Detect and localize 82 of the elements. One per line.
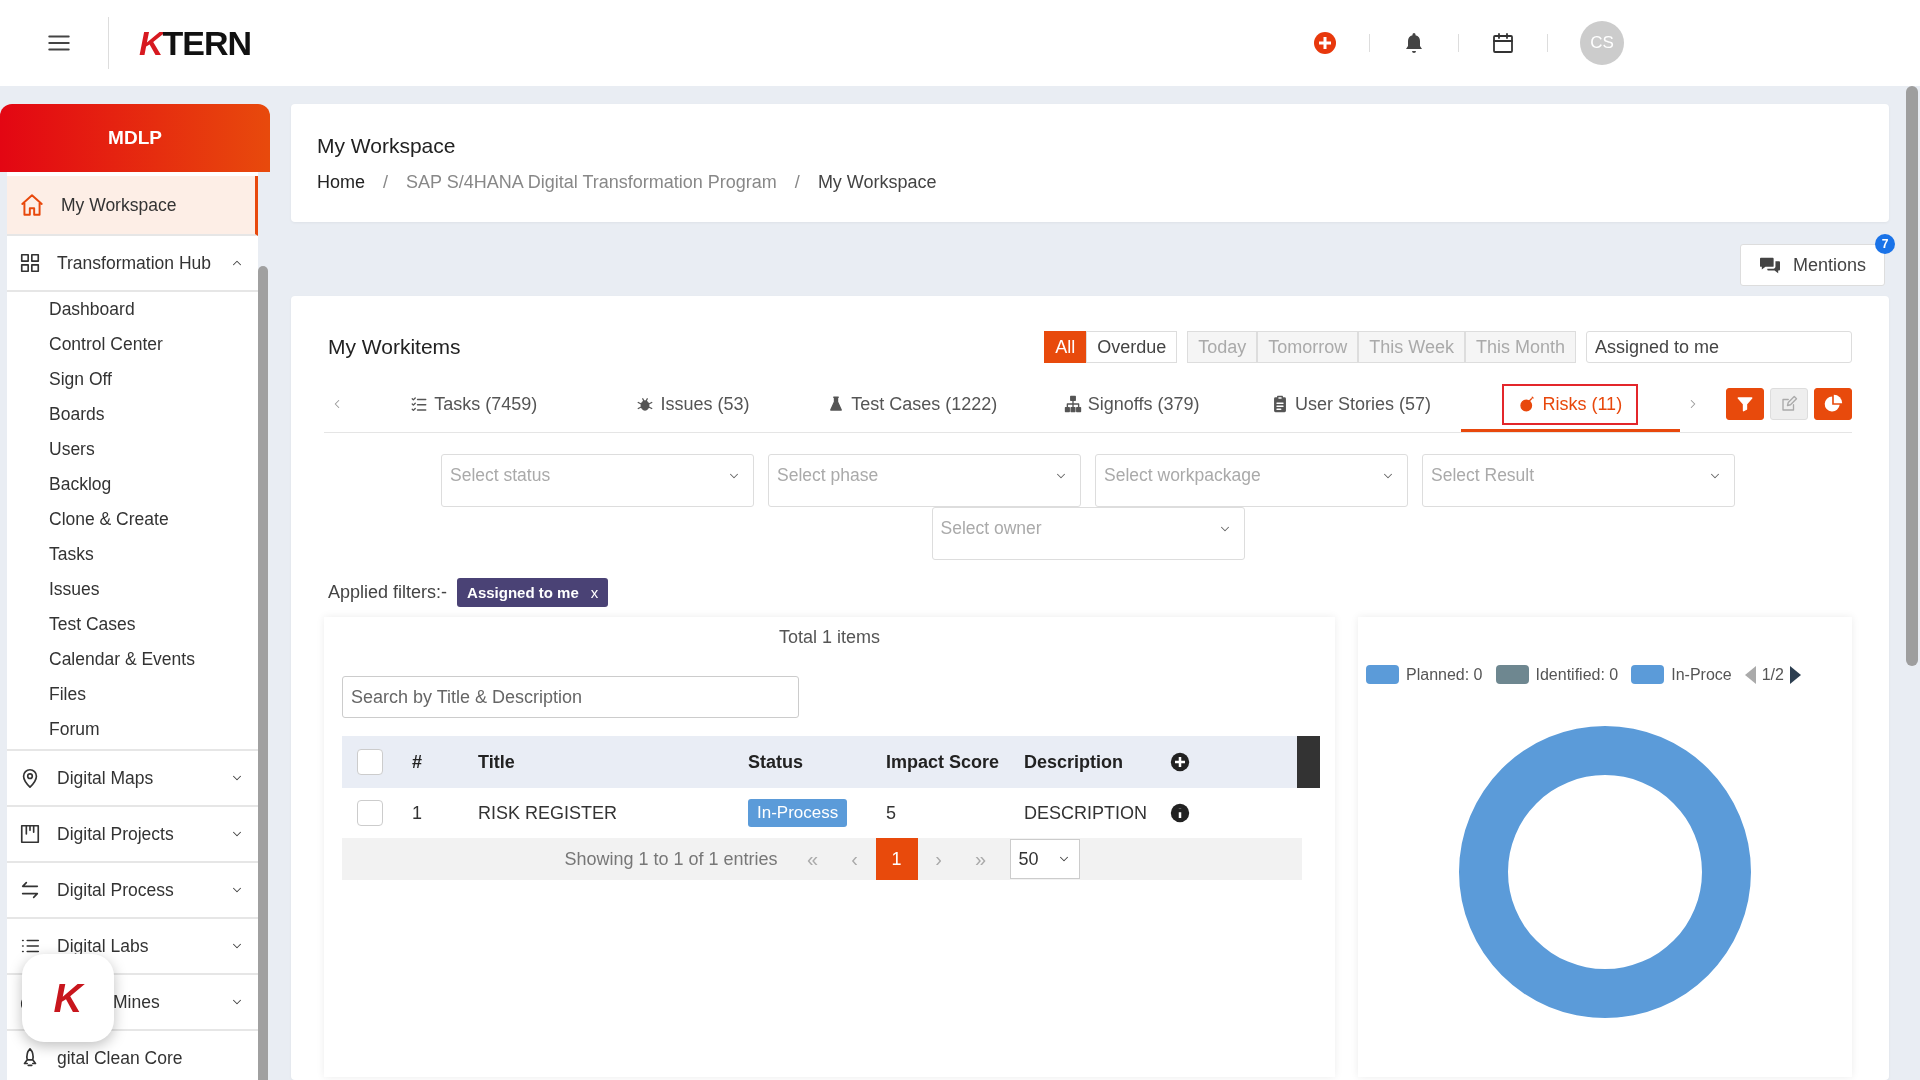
total-items-text: Total 1 items <box>777 626 881 648</box>
legend-page-indicator: 1/2 <box>1761 665 1784 684</box>
workitem-tab[interactable]: Issues (53) <box>583 376 803 432</box>
column-header: # <box>412 751 422 773</box>
breadcrumb-item: My Workspace <box>817 171 937 193</box>
sidebar-subitem[interactable]: Tasks <box>49 537 258 572</box>
chart-button[interactable] <box>1814 388 1852 420</box>
assignee-field[interactable]: Assigned to me <box>1586 331 1852 363</box>
edit-icon <box>1780 395 1798 413</box>
program-banner[interactable]: MDLP <box>0 104 270 172</box>
swap-arrows-icon <box>19 879 41 901</box>
breadcrumb-separator: / <box>794 171 800 193</box>
add-column-icon[interactable] <box>1170 752 1190 772</box>
table-cell: 1 <box>412 802 422 824</box>
sidebar-item[interactable]: My Workspace <box>7 176 258 236</box>
previous-legend-page-icon[interactable] <box>1744 665 1756 684</box>
due-filter-button[interactable]: Overdue <box>1086 331 1178 363</box>
page-size-dropdown[interactable]: 50 <box>1009 839 1080 879</box>
add-icon[interactable] <box>1313 31 1337 55</box>
ktern-logo[interactable]: KTERN <box>139 23 252 63</box>
info-icon[interactable] <box>1170 803 1190 823</box>
breadcrumb-item[interactable]: SAP S/4HANA Digital Transformation Program <box>406 171 777 193</box>
page-title: My Workspace <box>317 133 457 158</box>
filter-chip[interactable]: Assigned to me x <box>457 578 609 607</box>
sidebar-subitem[interactable]: Backlog <box>49 467 258 502</box>
edit-button[interactable] <box>1770 388 1808 420</box>
column-header: Title <box>478 751 515 773</box>
sidebar-subitem[interactable]: Boards <box>49 397 258 432</box>
filter-button[interactable] <box>1726 388 1764 420</box>
select-all-checkbox[interactable] <box>357 749 383 775</box>
sidebar-subitem[interactable]: Dashboard <box>49 292 258 327</box>
applied-filters-label: Applied filters:- <box>328 582 448 603</box>
scrollbar[interactable] <box>258 266 268 1080</box>
column-header: Status <box>748 751 803 773</box>
sidebar-subitem[interactable]: Clone & Create <box>49 502 258 537</box>
sidebar-subitem[interactable]: Issues <box>49 572 258 607</box>
filter-icon <box>1736 395 1754 413</box>
remove-chip-button[interactable]: x <box>590 584 599 601</box>
pagination-summary: Showing 1 to 1 of 1 entries <box>564 848 778 870</box>
pie-chart-icon <box>1823 394 1843 414</box>
due-filter-button[interactable]: All <box>1044 331 1087 363</box>
table-cell: RISK REGISTER <box>478 802 618 824</box>
sidebar-subitem[interactable]: Control Center <box>49 327 258 362</box>
search-field[interactable]: Search by Title & Description <box>342 676 799 718</box>
table-cell: DESCRIPTION <box>1024 802 1147 824</box>
sidebar-subitem[interactable]: Calendar & Events <box>49 642 258 677</box>
table-cell: 5 <box>886 802 896 824</box>
board-icon <box>19 823 41 845</box>
sidebar-subitem[interactable]: Test Cases <box>49 607 258 642</box>
status-badge: In-Process <box>748 799 848 827</box>
calendar-icon <box>1491 31 1515 55</box>
table-scrollbar[interactable] <box>1297 736 1320 788</box>
legend-label[interactable]: In-Proce <box>1671 665 1732 684</box>
workitem-tab[interactable]: Tasks (7459) <box>364 376 584 432</box>
scrollbar[interactable] <box>1906 86 1918 666</box>
sidebar-subitem[interactable]: Forum <box>49 712 258 747</box>
workitem-tab[interactable]: User Stories (57) <box>1241 376 1461 432</box>
column-header: Description <box>1024 751 1124 773</box>
workitem-tab[interactable]: Risks (11) <box>1460 376 1680 432</box>
checklist-icon <box>410 395 429 413</box>
home-icon <box>19 192 45 218</box>
breadcrumb-separator: / <box>383 171 389 193</box>
sidebar-subitem[interactable]: Sign Off <box>49 362 258 397</box>
row-checkbox[interactable] <box>357 800 383 826</box>
sidebar-subitem[interactable]: Files <box>49 677 258 712</box>
column-header: Impact Score <box>886 751 1000 773</box>
grid-icon <box>19 252 41 274</box>
ktern-assistant-button[interactable]: K <box>22 954 114 1042</box>
legend-label[interactable]: Planned: 0 <box>1406 665 1483 684</box>
sidebar-item[interactable]: Transformation Hub <box>7 236 258 292</box>
legend-label[interactable]: Identified: 0 <box>1535 665 1619 684</box>
hierarchy-icon <box>1063 395 1082 413</box>
bug-icon <box>636 395 655 413</box>
sidebar-subitem[interactable]: Users <box>49 432 258 467</box>
next-legend-page-icon[interactable] <box>1789 665 1801 684</box>
breadcrumb-item[interactable]: Home <box>317 171 365 193</box>
mentions-count-badge: 7 <box>1875 234 1895 254</box>
section-title: My Workitems <box>328 335 461 359</box>
comments-icon <box>1758 255 1781 275</box>
page-button[interactable]: 1 <box>875 838 918 880</box>
workitem-tab[interactable]: Signoffs (379) <box>1022 376 1242 432</box>
workitem-tab[interactable]: Test Cases (1222) <box>802 376 1022 432</box>
